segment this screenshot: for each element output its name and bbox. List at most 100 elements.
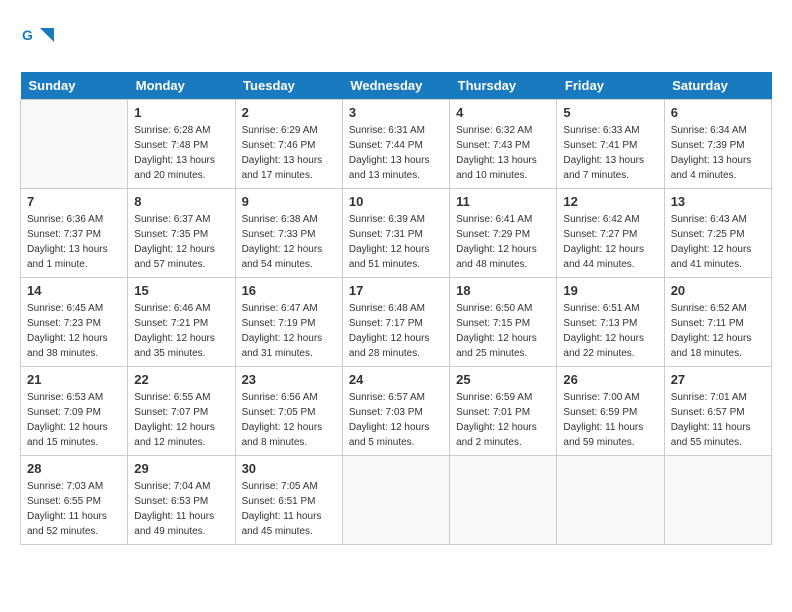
day-number: 21 [27,372,121,387]
day-info: Sunrise: 6:51 AM Sunset: 7:13 PM Dayligh… [563,301,657,361]
day-number: 12 [563,194,657,209]
day-info: Sunrise: 6:31 AM Sunset: 7:44 PM Dayligh… [349,123,443,183]
calendar-day-cell: 26 Sunrise: 7:00 AM Sunset: 6:59 PM Dayl… [557,367,664,456]
day-info: Sunrise: 6:56 AM Sunset: 7:05 PM Dayligh… [242,390,336,450]
day-info: Sunrise: 6:28 AM Sunset: 7:48 PM Dayligh… [134,123,228,183]
day-number: 18 [456,283,550,298]
day-number: 19 [563,283,657,298]
calendar-day-cell: 22 Sunrise: 6:55 AM Sunset: 7:07 PM Dayl… [128,367,235,456]
calendar-day-cell: 30 Sunrise: 7:05 AM Sunset: 6:51 PM Dayl… [235,456,342,545]
calendar-day-cell: 1 Sunrise: 6:28 AM Sunset: 7:48 PM Dayli… [128,100,235,189]
calendar-day-cell: 29 Sunrise: 7:04 AM Sunset: 6:53 PM Dayl… [128,456,235,545]
calendar-week-row: 21 Sunrise: 6:53 AM Sunset: 7:09 PM Dayl… [21,367,772,456]
calendar-day-cell: 16 Sunrise: 6:47 AM Sunset: 7:19 PM Dayl… [235,278,342,367]
day-info: Sunrise: 6:55 AM Sunset: 7:07 PM Dayligh… [134,390,228,450]
day-number: 10 [349,194,443,209]
day-info: Sunrise: 6:59 AM Sunset: 7:01 PM Dayligh… [456,390,550,450]
day-number: 15 [134,283,228,298]
calendar-day-cell: 19 Sunrise: 6:51 AM Sunset: 7:13 PM Dayl… [557,278,664,367]
day-info: Sunrise: 7:00 AM Sunset: 6:59 PM Dayligh… [563,390,657,450]
calendar-day-cell: 3 Sunrise: 6:31 AM Sunset: 7:44 PM Dayli… [342,100,449,189]
day-number: 17 [349,283,443,298]
calendar-header-row: SundayMondayTuesdayWednesdayThursdayFrid… [21,72,772,100]
day-number: 20 [671,283,765,298]
day-info: Sunrise: 6:45 AM Sunset: 7:23 PM Dayligh… [27,301,121,361]
calendar-day-cell: 14 Sunrise: 6:45 AM Sunset: 7:23 PM Dayl… [21,278,128,367]
day-number: 22 [134,372,228,387]
day-header-thursday: Thursday [450,72,557,100]
day-number: 29 [134,461,228,476]
calendar-day-cell: 28 Sunrise: 7:03 AM Sunset: 6:55 PM Dayl… [21,456,128,545]
calendar-day-cell: 5 Sunrise: 6:33 AM Sunset: 7:41 PM Dayli… [557,100,664,189]
day-number: 25 [456,372,550,387]
calendar-day-cell: 10 Sunrise: 6:39 AM Sunset: 7:31 PM Dayl… [342,189,449,278]
calendar-day-cell: 24 Sunrise: 6:57 AM Sunset: 7:03 PM Dayl… [342,367,449,456]
day-number: 26 [563,372,657,387]
calendar-day-cell: 15 Sunrise: 6:46 AM Sunset: 7:21 PM Dayl… [128,278,235,367]
svg-text:G: G [22,27,33,43]
day-header-tuesday: Tuesday [235,72,342,100]
calendar-day-cell: 4 Sunrise: 6:32 AM Sunset: 7:43 PM Dayli… [450,100,557,189]
day-info: Sunrise: 7:03 AM Sunset: 6:55 PM Dayligh… [27,479,121,539]
day-info: Sunrise: 7:05 AM Sunset: 6:51 PM Dayligh… [242,479,336,539]
day-number: 3 [349,105,443,120]
day-info: Sunrise: 6:32 AM Sunset: 7:43 PM Dayligh… [456,123,550,183]
day-info: Sunrise: 6:47 AM Sunset: 7:19 PM Dayligh… [242,301,336,361]
calendar-day-cell: 8 Sunrise: 6:37 AM Sunset: 7:35 PM Dayli… [128,189,235,278]
day-info: Sunrise: 6:46 AM Sunset: 7:21 PM Dayligh… [134,301,228,361]
day-info: Sunrise: 6:38 AM Sunset: 7:33 PM Dayligh… [242,212,336,272]
day-number: 23 [242,372,336,387]
calendar-week-row: 28 Sunrise: 7:03 AM Sunset: 6:55 PM Dayl… [21,456,772,545]
day-info: Sunrise: 6:43 AM Sunset: 7:25 PM Dayligh… [671,212,765,272]
empty-cell [557,456,664,545]
calendar-day-cell: 27 Sunrise: 7:01 AM Sunset: 6:57 PM Dayl… [664,367,771,456]
page-header: G [20,20,772,56]
day-number: 9 [242,194,336,209]
calendar-day-cell: 2 Sunrise: 6:29 AM Sunset: 7:46 PM Dayli… [235,100,342,189]
calendar-day-cell: 25 Sunrise: 6:59 AM Sunset: 7:01 PM Dayl… [450,367,557,456]
calendar-day-cell: 18 Sunrise: 6:50 AM Sunset: 7:15 PM Dayl… [450,278,557,367]
day-number: 11 [456,194,550,209]
day-header-sunday: Sunday [21,72,128,100]
day-info: Sunrise: 6:50 AM Sunset: 7:15 PM Dayligh… [456,301,550,361]
day-number: 7 [27,194,121,209]
day-number: 30 [242,461,336,476]
day-info: Sunrise: 6:42 AM Sunset: 7:27 PM Dayligh… [563,212,657,272]
day-info: Sunrise: 6:29 AM Sunset: 7:46 PM Dayligh… [242,123,336,183]
empty-cell [450,456,557,545]
day-number: 24 [349,372,443,387]
calendar-day-cell: 20 Sunrise: 6:52 AM Sunset: 7:11 PM Dayl… [664,278,771,367]
day-header-friday: Friday [557,72,664,100]
day-info: Sunrise: 6:52 AM Sunset: 7:11 PM Dayligh… [671,301,765,361]
calendar-day-cell: 23 Sunrise: 6:56 AM Sunset: 7:05 PM Dayl… [235,367,342,456]
day-info: Sunrise: 6:34 AM Sunset: 7:39 PM Dayligh… [671,123,765,183]
calendar-day-cell: 21 Sunrise: 6:53 AM Sunset: 7:09 PM Dayl… [21,367,128,456]
logo: G [20,20,60,56]
empty-cell [342,456,449,545]
day-number: 6 [671,105,765,120]
day-info: Sunrise: 7:04 AM Sunset: 6:53 PM Dayligh… [134,479,228,539]
day-number: 27 [671,372,765,387]
calendar-table: SundayMondayTuesdayWednesdayThursdayFrid… [20,72,772,545]
empty-cell [664,456,771,545]
calendar-day-cell: 17 Sunrise: 6:48 AM Sunset: 7:17 PM Dayl… [342,278,449,367]
day-info: Sunrise: 6:41 AM Sunset: 7:29 PM Dayligh… [456,212,550,272]
day-header-monday: Monday [128,72,235,100]
calendar-week-row: 14 Sunrise: 6:45 AM Sunset: 7:23 PM Dayl… [21,278,772,367]
day-number: 28 [27,461,121,476]
empty-cell [21,100,128,189]
day-number: 8 [134,194,228,209]
calendar-week-row: 1 Sunrise: 6:28 AM Sunset: 7:48 PM Dayli… [21,100,772,189]
day-info: Sunrise: 6:57 AM Sunset: 7:03 PM Dayligh… [349,390,443,450]
day-info: Sunrise: 6:37 AM Sunset: 7:35 PM Dayligh… [134,212,228,272]
day-number: 1 [134,105,228,120]
calendar-day-cell: 12 Sunrise: 6:42 AM Sunset: 7:27 PM Dayl… [557,189,664,278]
day-header-wednesday: Wednesday [342,72,449,100]
day-number: 14 [27,283,121,298]
day-info: Sunrise: 6:53 AM Sunset: 7:09 PM Dayligh… [27,390,121,450]
day-number: 16 [242,283,336,298]
day-info: Sunrise: 7:01 AM Sunset: 6:57 PM Dayligh… [671,390,765,450]
day-info: Sunrise: 6:33 AM Sunset: 7:41 PM Dayligh… [563,123,657,183]
day-number: 5 [563,105,657,120]
day-header-saturday: Saturday [664,72,771,100]
